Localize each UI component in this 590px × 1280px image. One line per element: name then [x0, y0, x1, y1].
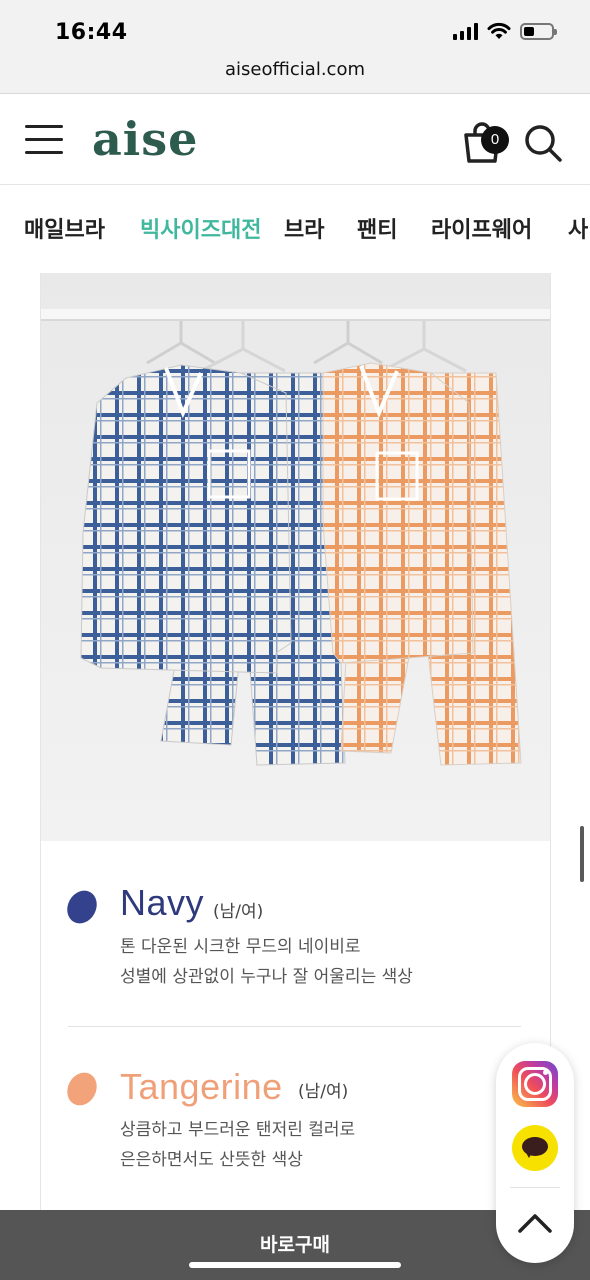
color-option-tangerine: Tangerine (남/여) 상큼하고 부드러운 탠저린 컬러로 은은하면서도… [61, 1066, 523, 1186]
status-icons [453, 22, 557, 40]
category-big-size-sale[interactable]: 빅사이즈대전 [140, 212, 261, 244]
cellular-signal-icon [453, 22, 478, 40]
search-icon[interactable] [523, 123, 563, 163]
category-more[interactable]: 사 [568, 212, 588, 244]
cart-count-badge[interactable]: 0 [481, 126, 509, 154]
pajama-product-photo [41, 273, 550, 841]
navy-description-line-2: 성별에 상관없이 누구나 잘 어울리는 색상 [120, 967, 413, 987]
hamburger-menu-icon[interactable] [25, 125, 63, 155]
category-bra[interactable]: 브라 [284, 212, 324, 244]
tangerine-description-line-1: 상큼하고 부드러운 탠저린 컬러로 [120, 1120, 356, 1140]
category-daily-bra[interactable]: 매일브라 [24, 212, 105, 244]
navy-description-line-1: 톤 다운된 시크한 무드의 네이비로 [120, 937, 361, 957]
instagram-icon[interactable] [512, 1061, 558, 1107]
url-bar[interactable]: aiseofficial.com [0, 56, 590, 94]
home-indicator [189, 1262, 401, 1268]
kakaotalk-icon[interactable] [512, 1125, 558, 1171]
url-text: aiseofficial.com [225, 59, 365, 80]
color-name-navy: Navy [120, 882, 205, 923]
color-name-tangerine: Tangerine [120, 1066, 283, 1107]
category-panty[interactable]: 팬티 [357, 212, 397, 244]
site-logo[interactable]: aise [92, 112, 198, 166]
gender-label-navy: (남/여) [213, 902, 264, 922]
tangerine-color-swatch [61, 1067, 103, 1111]
site-header: aise 0 [0, 95, 590, 185]
status-bar: 16:44 [0, 0, 590, 56]
status-time: 16:44 [55, 20, 128, 45]
wifi-icon [487, 22, 511, 39]
category-lifewear[interactable]: 라이프웨어 [431, 212, 532, 244]
floating-action-panel [496, 1043, 574, 1263]
tangerine-description-line-2: 은은하면서도 산뜻한 색상 [120, 1150, 303, 1170]
scrollbar[interactable] [580, 826, 584, 882]
gender-label-tangerine: (남/여) [298, 1082, 349, 1102]
navy-color-swatch [61, 885, 103, 929]
category-nav: 매일브라 빅사이즈대전 브라 팬티 라이프웨어 사 [0, 185, 590, 273]
chevron-up-icon[interactable] [515, 1203, 555, 1243]
floating-panel-divider [510, 1187, 560, 1188]
color-option-navy: Navy (남/여) 톤 다운된 시크한 무드의 네이비로 성별에 상관없이 누… [61, 880, 523, 1000]
section-divider [68, 1026, 521, 1027]
battery-icon [520, 22, 557, 40]
